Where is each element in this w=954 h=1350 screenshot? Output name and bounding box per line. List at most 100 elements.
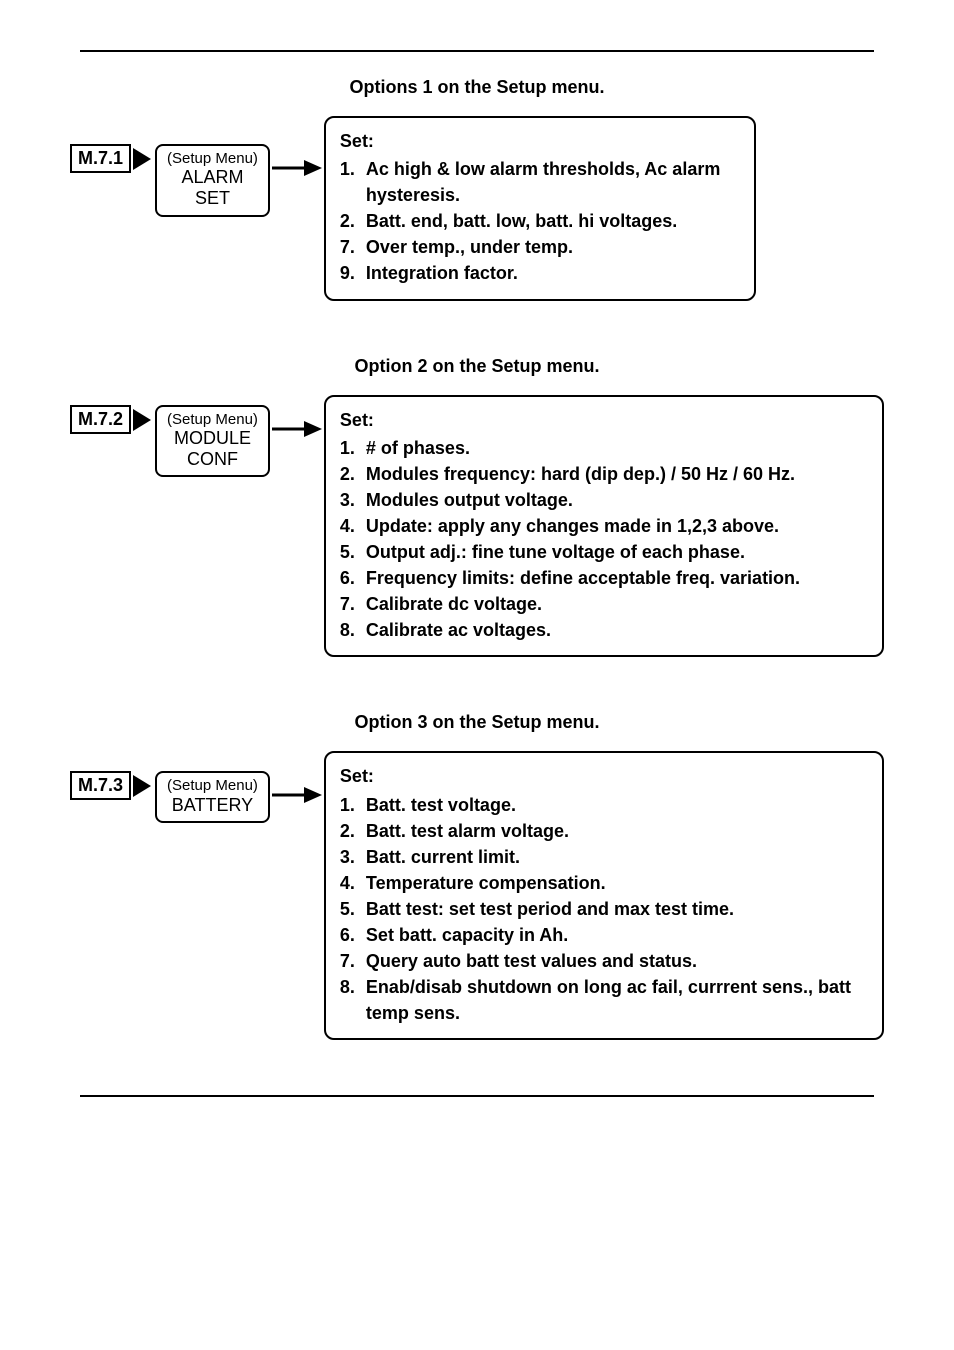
menu-section: Options 1 on the Setup menu. M.7.1 (Setup … bbox=[70, 77, 884, 301]
description-box: Set: 1.Batt. test voltage.2.Batt. test al… bbox=[324, 751, 884, 1040]
arrow-icon-wrap bbox=[272, 419, 322, 439]
arrow-right-icon bbox=[272, 785, 322, 805]
item-number: 5. bbox=[340, 539, 366, 565]
list-item: 4.Temperature compensation. bbox=[340, 870, 868, 896]
list-item: 3.Batt. current limit. bbox=[340, 844, 868, 870]
sections-host: Options 1 on the Setup menu. M.7.1 (Setup … bbox=[70, 77, 884, 1040]
menu-code: M.7.3 bbox=[70, 771, 131, 800]
section-row: M.7.2 (Setup Menu)MODULECONF Set:1.# of ph… bbox=[70, 395, 884, 658]
item-number: 1. bbox=[340, 435, 366, 461]
item-number: 7. bbox=[340, 234, 366, 260]
section-caption: Option 3 on the Setup menu. bbox=[70, 712, 884, 733]
item-text: Query auto batt test values and status. bbox=[366, 948, 868, 974]
arrow-right-icon bbox=[133, 775, 153, 797]
arrow-right-icon bbox=[272, 158, 322, 178]
item-number: 5. bbox=[340, 896, 366, 922]
set-label: Set: bbox=[340, 128, 740, 154]
set-label: Set: bbox=[340, 763, 868, 789]
menu-code: M.7.2 bbox=[70, 405, 131, 434]
item-number: 3. bbox=[340, 844, 366, 870]
menu-box: (Setup Menu)MODULECONF bbox=[155, 405, 270, 478]
item-text: Temperature compensation. bbox=[366, 870, 868, 896]
item-text: Batt. end, batt. low, batt. hi voltages. bbox=[366, 208, 740, 234]
arrow-icon-wrap bbox=[133, 409, 153, 431]
item-number: 4. bbox=[340, 513, 366, 539]
menu-line: MODULE bbox=[167, 428, 258, 449]
item-number: 6. bbox=[340, 922, 366, 948]
arrow-icon-wrap bbox=[272, 158, 322, 178]
section-caption: Options 1 on the Setup menu. bbox=[70, 77, 884, 98]
list-item: 8.Enab/disab shutdown on long ac fail, c… bbox=[340, 974, 868, 1026]
item-number: 8. bbox=[340, 974, 366, 1026]
list-item: 2.Modules frequency: hard (dip dep.) / 5… bbox=[340, 461, 868, 487]
menu-super: (Setup Menu) bbox=[167, 150, 258, 167]
item-text: Batt. test alarm voltage. bbox=[366, 818, 868, 844]
item-text: # of phases. bbox=[366, 435, 868, 461]
page: Options 1 on the Setup menu. M.7.1 (Setup … bbox=[0, 0, 954, 1157]
top-rule bbox=[80, 50, 874, 52]
item-number: 3. bbox=[340, 487, 366, 513]
item-number: 7. bbox=[340, 591, 366, 617]
item-number: 2. bbox=[340, 818, 366, 844]
menu-section: Option 2 on the Setup menu.M.7.2(Setup M… bbox=[70, 356, 884, 658]
item-number: 1. bbox=[340, 156, 366, 208]
item-text: Enab/disab shutdown on long ac fail, cur… bbox=[366, 974, 868, 1026]
item-text: Over temp., under temp. bbox=[366, 234, 740, 260]
list-item: 1.Ac high & low alarm thresholds, Ac ala… bbox=[340, 156, 740, 208]
arrow-icon-wrap bbox=[272, 785, 322, 805]
item-text: Frequency limits: define acceptable freq… bbox=[366, 565, 868, 591]
bottom-rule bbox=[80, 1095, 874, 1097]
item-number: 1. bbox=[340, 792, 366, 818]
left-block: M.7.2 (Setup Menu)MODULECONF bbox=[70, 405, 324, 478]
menu-line: BATTERY bbox=[167, 795, 258, 816]
description-box: Set:1.Ac high & low alarm thresholds, Ac… bbox=[324, 116, 756, 301]
menu-super: (Setup Menu) bbox=[167, 777, 258, 794]
list-item: 7.Calibrate dc voltage. bbox=[340, 591, 868, 617]
item-text: Batt. current limit. bbox=[366, 844, 868, 870]
list-item: 3.Modules output voltage. bbox=[340, 487, 868, 513]
menu-line: SET bbox=[167, 188, 258, 209]
item-text: Ac high & low alarm thresholds, Ac alarm… bbox=[366, 156, 740, 208]
list-item: 5.Batt test: set test period and max tes… bbox=[340, 896, 868, 922]
arrow-right-icon bbox=[133, 148, 153, 170]
item-number: 6. bbox=[340, 565, 366, 591]
item-text: Calibrate ac voltages. bbox=[366, 617, 868, 643]
list-item: 2.Batt. end, batt. low, batt. hi voltage… bbox=[340, 208, 740, 234]
list-item: 1.Batt. test voltage. bbox=[340, 792, 868, 818]
item-text: Batt test: set test period and max test … bbox=[366, 896, 868, 922]
arrow-right-icon bbox=[272, 419, 322, 439]
menu-box: (Setup Menu)ALARMSET bbox=[155, 144, 270, 217]
item-number: 4. bbox=[340, 870, 366, 896]
section-row: M.7.1 (Setup Menu)ALARMSET Set:1.Ac high &… bbox=[70, 116, 884, 301]
list-item: 7.Over temp., under temp. bbox=[340, 234, 740, 260]
arrow-right-icon bbox=[133, 409, 153, 431]
item-text: Update: apply any changes made in 1,2,3 … bbox=[366, 513, 868, 539]
menu-line: CONF bbox=[167, 449, 258, 470]
list-item: 1.# of phases. bbox=[340, 435, 868, 461]
item-text: Modules frequency: hard (dip dep.) / 50 … bbox=[366, 461, 868, 487]
arrow-icon-wrap bbox=[133, 148, 153, 170]
list-item: 2.Batt. test alarm voltage. bbox=[340, 818, 868, 844]
menu-line: ALARM bbox=[167, 167, 258, 188]
item-number: 9. bbox=[340, 260, 366, 286]
list-item: 7.Query auto batt test values and status… bbox=[340, 948, 868, 974]
item-text: Calibrate dc voltage. bbox=[366, 591, 868, 617]
menu-code: M.7.1 bbox=[70, 144, 131, 173]
item-text: Set batt. capacity in Ah. bbox=[366, 922, 868, 948]
item-text: Integration factor. bbox=[366, 260, 740, 286]
section-row: M.7.3 (Setup Menu)BATTERY Set: 1.Batt. test… bbox=[70, 751, 884, 1040]
menu-box: (Setup Menu)BATTERY bbox=[155, 771, 270, 823]
menu-section: Option 3 on the Setup menu. M.7.3 (Setup M… bbox=[70, 712, 884, 1040]
item-number: 2. bbox=[340, 461, 366, 487]
set-label: Set: bbox=[340, 407, 868, 433]
item-number: 7. bbox=[340, 948, 366, 974]
item-text: Modules output voltage. bbox=[366, 487, 868, 513]
item-number: 8. bbox=[340, 617, 366, 643]
item-text: Batt. test voltage. bbox=[366, 792, 868, 818]
item-number: 2. bbox=[340, 208, 366, 234]
list-item: 6. Set batt. capacity in Ah. bbox=[340, 922, 868, 948]
item-text: Output adj.: fine tune voltage of each p… bbox=[366, 539, 868, 565]
left-block: M.7.3 (Setup Menu)BATTERY bbox=[70, 771, 324, 823]
list-item: 9.Integration factor. bbox=[340, 260, 740, 286]
left-block: M.7.1 (Setup Menu)ALARMSET bbox=[70, 144, 324, 217]
